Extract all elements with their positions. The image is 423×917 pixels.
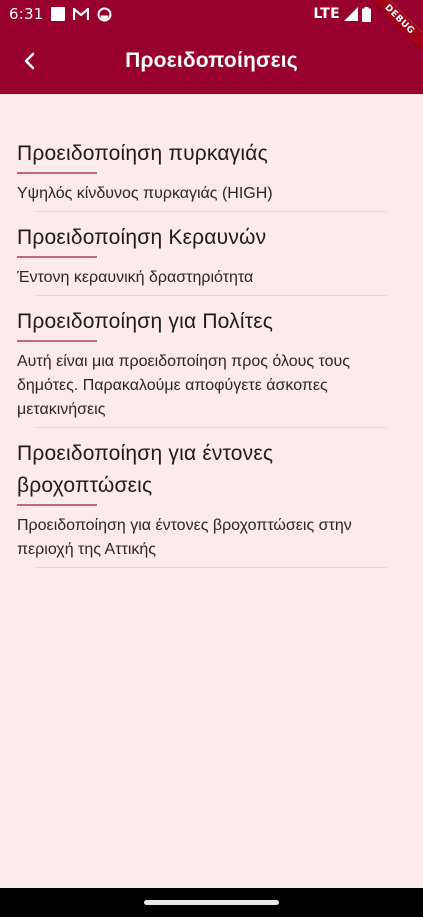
system-nav-bar: [0, 888, 423, 917]
title-underline: [17, 504, 97, 506]
alert-title: Προειδοποίηση Κεραυνών: [17, 226, 267, 249]
alert-title: Προειδοποίηση πυρκαγιάς: [17, 142, 268, 165]
list-item[interactable]: Προειδοποίηση για Πολίτες Αυτή είναι μια…: [0, 296, 423, 428]
page-title: Προειδοποίησεις: [125, 49, 298, 72]
status-left: 6:31: [9, 5, 112, 23]
signal-icon: [344, 7, 358, 21]
battery-icon: [362, 6, 371, 22]
screen: 6:31 LTE Προειδοποίησεις DEBUG Προειδοπο…: [0, 0, 423, 917]
alert-title: Προειδοποίηση για Πολίτες: [17, 310, 274, 333]
alerts-list: Προειδοποίηση πυρκαγιάς Υψηλός κίνδυνος …: [0, 94, 423, 568]
alert-body: Υψηλός κίνδυνος πυρκαγιάς (HIGH): [17, 185, 273, 202]
sync-icon: [97, 7, 112, 22]
title-underline: [17, 256, 97, 258]
alert-body: Έντονη κεραυνική δραστηριότητα: [17, 269, 254, 286]
alert-title: Προειδοποίηση για έντονες βροχοπτώσεις: [17, 442, 274, 497]
chevron-left-icon: [24, 52, 35, 70]
status-time: 6:31: [9, 5, 44, 23]
title-underline: [17, 172, 97, 174]
title-underline: [17, 340, 97, 342]
divider: [35, 567, 387, 568]
app-bar: Προειδοποίησεις: [0, 28, 423, 94]
square-notification-icon: [51, 7, 66, 21]
home-indicator[interactable]: [144, 900, 279, 905]
alert-body: Αυτή είναι μια προειδοποίηση προς όλους …: [17, 353, 350, 418]
status-bar: 6:31 LTE: [0, 0, 423, 28]
list-item[interactable]: Προειδοποίηση πυρκαγιάς Υψηλός κίνδυνος …: [0, 94, 423, 212]
list-item[interactable]: Προειδοποίηση για έντονες βροχοπτώσεις Π…: [0, 428, 423, 568]
network-type: LTE: [313, 6, 340, 22]
gmail-icon: [73, 7, 90, 21]
alert-body: Προειδοποίηση για έντονες βροχοπτώσεις σ…: [17, 517, 352, 558]
back-button[interactable]: [14, 45, 46, 77]
list-item[interactable]: Προειδοποίηση Κεραυνών Έντονη κεραυνική …: [0, 212, 423, 296]
status-right: LTE: [313, 6, 371, 22]
